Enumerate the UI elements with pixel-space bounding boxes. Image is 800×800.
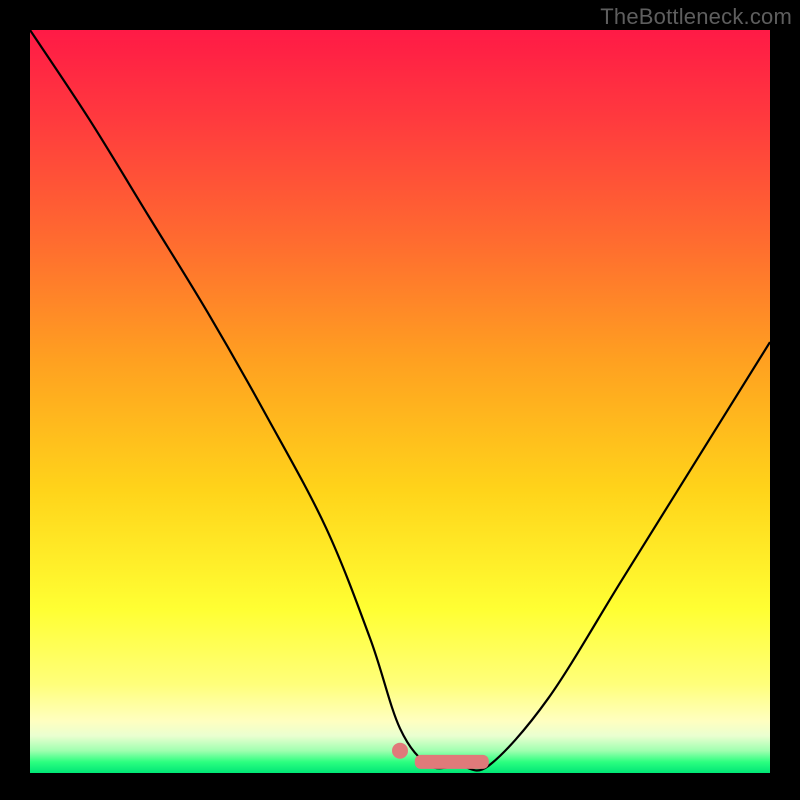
bottleneck-curve-svg bbox=[30, 30, 770, 773]
chart-frame: TheBottleneck.com bbox=[0, 0, 800, 800]
watermark-text: TheBottleneck.com bbox=[600, 4, 792, 30]
bottleneck-curve bbox=[30, 30, 770, 771]
plot-area bbox=[30, 30, 770, 773]
optimal-band-marker bbox=[415, 755, 489, 769]
current-config-dot bbox=[392, 743, 408, 759]
